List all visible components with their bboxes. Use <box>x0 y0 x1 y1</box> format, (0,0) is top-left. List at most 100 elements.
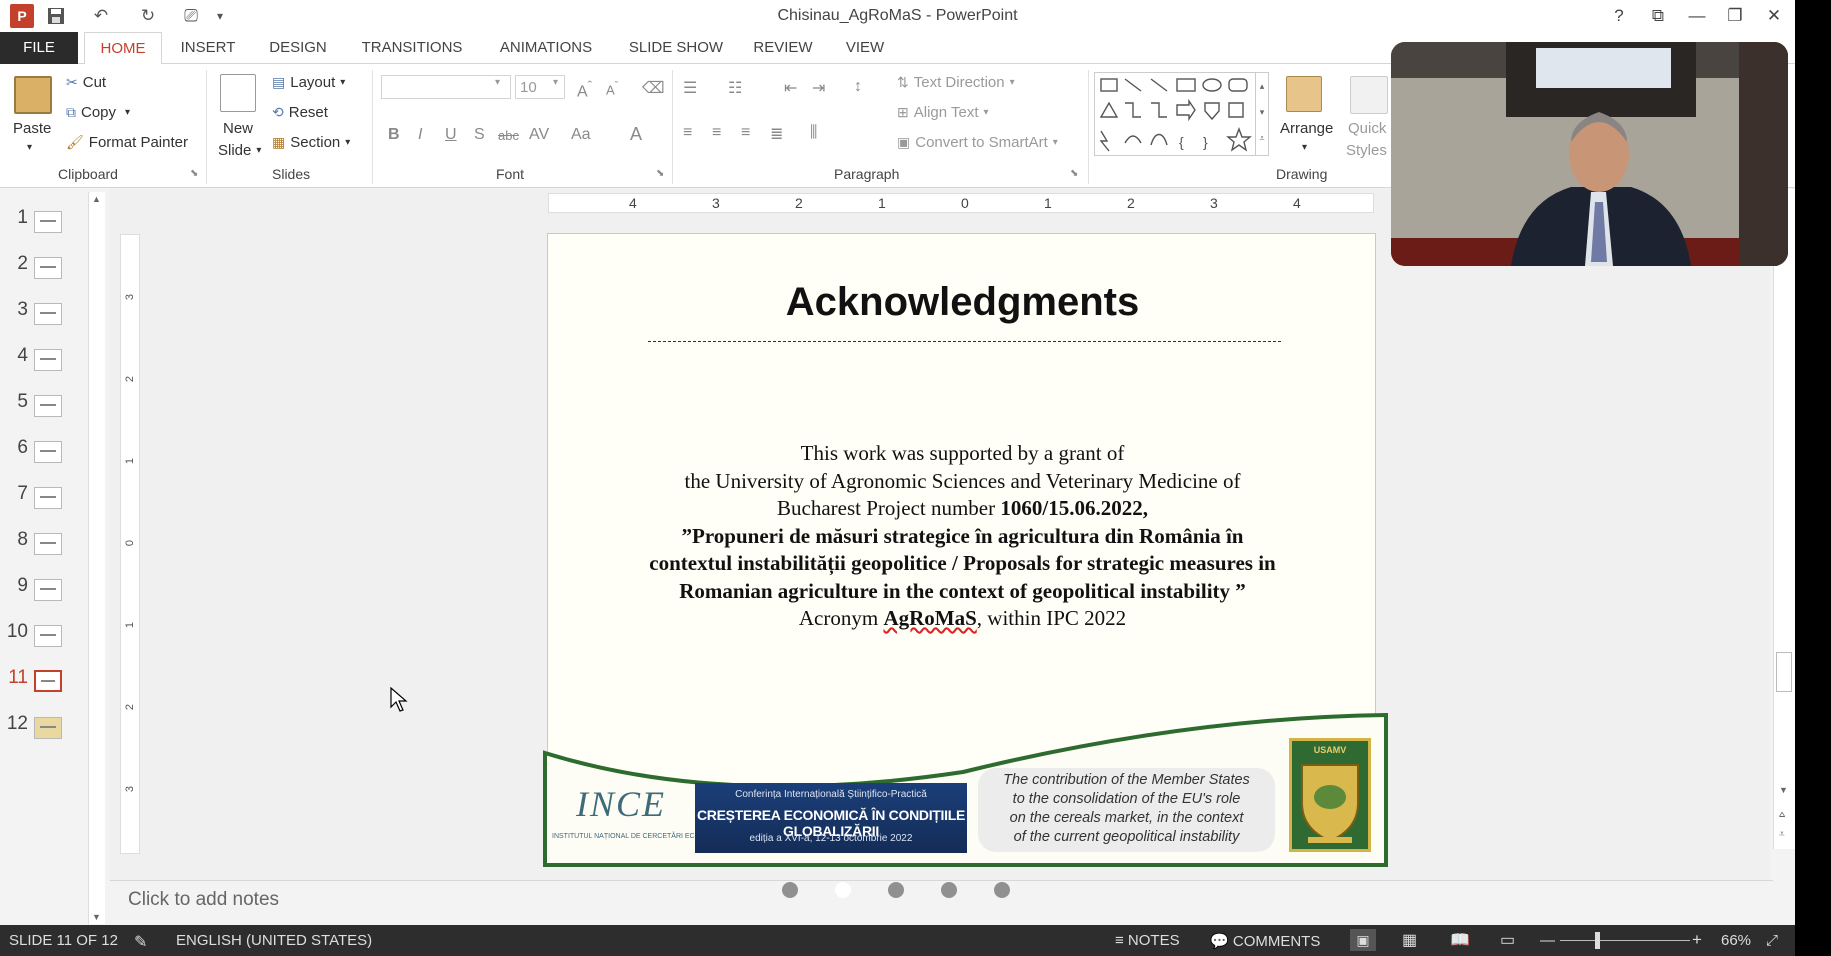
line-spacing-icon[interactable]: ↕ <box>854 78 862 96</box>
align-right-icon[interactable]: ≡ <box>741 124 750 142</box>
tab-slide-show[interactable]: SLIDE SHOW <box>620 32 732 64</box>
align-center-icon[interactable]: ≡ <box>712 124 721 142</box>
slide-title[interactable]: Acknowledgments <box>548 280 1375 325</box>
normal-view-icon[interactable]: ▣ <box>1350 929 1376 951</box>
previous-slide-icon[interactable]: ⩟ <box>1779 809 1785 820</box>
slide-sorter-icon[interactable]: ▦ <box>1402 930 1417 950</box>
thumbnail-slide-1[interactable] <box>34 211 62 233</box>
cut-button[interactable]: ✂ Cut <box>66 74 106 91</box>
align-text-button[interactable]: ⊞ Align Text ▾ <box>897 104 989 121</box>
reset-button[interactable]: ⟲ Reset <box>272 104 328 121</box>
zoom-level[interactable]: 66% <box>1721 932 1751 949</box>
shapes-gallery-scroll[interactable]: ▴ ▾ ⩡ <box>1255 72 1269 156</box>
help-icon[interactable]: ? <box>1602 4 1636 28</box>
horizontal-ruler[interactable]: 4 3 2 1 0 1 2 3 4 <box>548 193 1374 213</box>
thumbnail-slide-12[interactable] <box>34 717 62 739</box>
zoom-slider-track[interactable] <box>1560 940 1690 941</box>
new-slide-button[interactable]: Slide ▾ <box>218 142 261 159</box>
notes-button[interactable]: ≡ NOTES <box>1115 932 1180 949</box>
zoom-in-icon[interactable]: + <box>1692 930 1702 950</box>
italic-button[interactable]: I <box>418 126 422 144</box>
paste-dropdown-icon[interactable]: ▾ <box>27 142 32 153</box>
bullets-icon[interactable]: ☰ <box>683 78 697 98</box>
vertical-ruler[interactable]: 3 2 1 0 1 2 3 <box>120 234 140 854</box>
thumbnail-slide-10[interactable] <box>34 625 62 647</box>
arrange-dropdown-icon[interactable]: ▾ <box>1302 142 1307 153</box>
paste-icon[interactable] <box>14 76 52 114</box>
scrollbar-thumb[interactable] <box>1776 652 1792 692</box>
reading-view-icon[interactable]: 📖 <box>1450 930 1470 950</box>
minimize-icon[interactable]: — <box>1680 4 1714 28</box>
carousel-dot[interactable] <box>994 882 1010 898</box>
quick-styles-line1[interactable]: Quick <box>1348 120 1386 137</box>
carousel-dot[interactable] <box>782 882 798 898</box>
paste-button[interactable]: Paste <box>13 120 51 137</box>
zoom-slider-thumb[interactable] <box>1595 932 1600 949</box>
justify-icon[interactable]: ≣ <box>770 124 783 144</box>
clipboard-launcher-icon[interactable]: ⬊ <box>190 168 198 179</box>
scroll-up-icon[interactable]: ▲ <box>92 194 101 204</box>
increase-indent-icon[interactable]: ⇥ <box>812 78 825 98</box>
text-direction-button[interactable]: ⇅ Text Direction ▾ <box>897 74 1015 91</box>
layout-button[interactable]: ▤ Layout ▾ <box>272 74 345 91</box>
close-icon[interactable]: ✕ <box>1757 4 1791 28</box>
thumbnail-slide-5[interactable] <box>34 395 62 417</box>
change-case-button[interactable]: Aa <box>571 126 591 144</box>
shrink-font-icon[interactable]: Aˇ <box>606 80 618 97</box>
decrease-indent-icon[interactable]: ⇤ <box>784 78 797 98</box>
tab-view[interactable]: VIEW <box>834 32 896 64</box>
font-color-button[interactable]: A <box>630 124 642 145</box>
quick-styles-icon[interactable] <box>1350 76 1388 114</box>
tab-file[interactable]: FILE <box>0 32 78 64</box>
tab-home[interactable]: HOME <box>84 32 162 65</box>
zoom-out-icon[interactable]: — <box>1540 932 1555 949</box>
grow-font-icon[interactable]: Aˆ <box>577 78 592 101</box>
align-left-icon[interactable]: ≡ <box>683 124 692 142</box>
font-name-box[interactable] <box>381 75 511 99</box>
thumbnails-scrollbar[interactable]: ▲ ▼ <box>88 192 105 924</box>
tab-insert[interactable]: INSERT <box>172 32 244 64</box>
shapes-gallery[interactable]: {} <box>1094 72 1262 156</box>
font-launcher-icon[interactable]: ⬊ <box>656 168 664 179</box>
thumbnail-slide-3[interactable] <box>34 303 62 325</box>
scroll-down-icon[interactable]: ▼ <box>92 912 101 922</box>
tab-animations[interactable]: ANIMATIONS <box>490 32 602 64</box>
copy-button[interactable]: ⧉ Copy ▾ <box>66 104 130 121</box>
carousel-dot-active[interactable] <box>835 882 851 898</box>
tab-review[interactable]: REVIEW <box>748 32 818 64</box>
comments-button[interactable]: 💬 COMMENTS <box>1210 932 1320 950</box>
new-slide-icon[interactable] <box>220 74 256 112</box>
font-name-dropdown-icon[interactable]: ▾ <box>495 77 500 88</box>
carousel-dot[interactable] <box>888 882 904 898</box>
carousel-dot[interactable] <box>941 882 957 898</box>
slide-scrollbar[interactable]: ▼ ⩟ ⩡ <box>1773 189 1795 849</box>
thumbnail-slide-8[interactable] <box>34 533 62 555</box>
quick-styles-button[interactable]: Styles <box>1346 142 1387 159</box>
notes-placeholder[interactable]: Click to add notes <box>128 889 279 911</box>
new-slide-button-line1[interactable]: New <box>223 120 253 137</box>
spellcheck-icon[interactable]: ✎ <box>134 932 147 952</box>
underline-button[interactable]: U <box>445 126 457 144</box>
thumbnail-slide-2[interactable] <box>34 257 62 279</box>
clear-formatting-icon[interactable]: ⌫ <box>642 78 665 98</box>
scroll-down-icon[interactable]: ▼ <box>1779 785 1788 795</box>
thumbnail-slide-7[interactable] <box>34 487 62 509</box>
next-slide-icon[interactable]: ⩡ <box>1779 829 1785 840</box>
tab-transitions[interactable]: TRANSITIONS <box>354 32 470 64</box>
thumbnail-slide-6[interactable] <box>34 441 62 463</box>
slide-show-icon[interactable]: ▭ <box>1500 930 1515 950</box>
bold-button[interactable]: B <box>388 126 400 144</box>
character-spacing-button[interactable]: AV <box>529 126 549 144</box>
thumbnail-slide-9[interactable] <box>34 579 62 601</box>
arrange-button[interactable]: Arrange <box>1280 120 1333 137</box>
paragraph-launcher-icon[interactable]: ⬊ <box>1070 168 1078 179</box>
columns-icon[interactable]: ⫼ <box>810 124 817 142</box>
format-painter-button[interactable]: 🖌 Format Painter <box>66 134 188 151</box>
thumbnail-slide-11[interactable] <box>34 670 62 692</box>
numbering-icon[interactable]: ☷ <box>728 78 742 98</box>
restore-icon[interactable]: ❐ <box>1718 4 1752 28</box>
slide-body-text[interactable]: This work was supported by a grant of th… <box>608 440 1317 633</box>
shadow-button[interactable]: S <box>474 126 485 144</box>
convert-smartart-button[interactable]: ▣ Convert to SmartArt ▾ <box>897 134 1058 151</box>
ribbon-display-options-icon[interactable]: ⧉ <box>1641 4 1675 28</box>
